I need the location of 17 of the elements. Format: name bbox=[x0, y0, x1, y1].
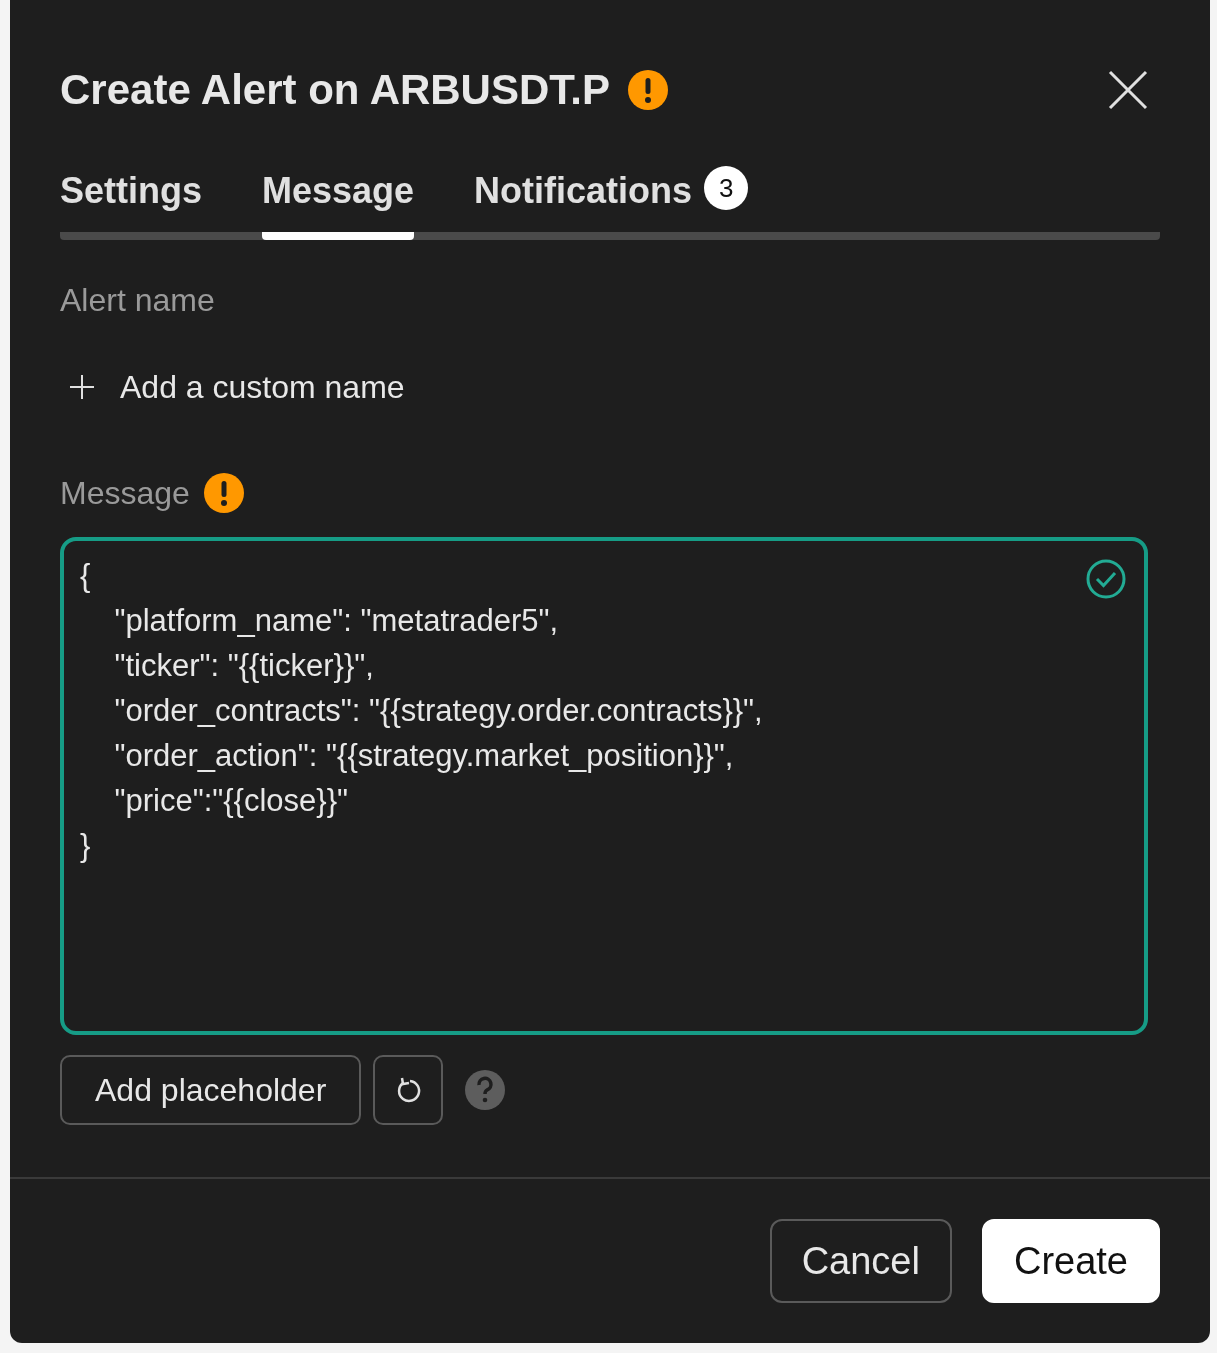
reset-button[interactable] bbox=[373, 1055, 444, 1125]
count-badge: 3 bbox=[704, 166, 749, 210]
message-field[interactable]: { "platform_name": "metatrader5", "ticker": "{{ticker}}", "order_contracts": "{{strategy.order.contracts}}", "order_action": "{{strategy.market_position}}", "price":"{{close}}" } bbox=[60, 537, 1148, 1035]
add-placeholder-button[interactable]: Add placeholder bbox=[60, 1055, 362, 1125]
tab[interactable]: Message bbox=[262, 168, 415, 240]
close-icon[interactable] bbox=[1108, 70, 1148, 110]
tab[interactable]: Settings bbox=[60, 168, 202, 240]
field-label: Message bbox=[60, 474, 190, 512]
help-icon[interactable] bbox=[465, 1070, 506, 1110]
plus-icon bbox=[70, 375, 94, 399]
add-name-button[interactable]: Add a custom name bbox=[60, 365, 1148, 409]
dialog-button[interactable]: Create bbox=[981, 1219, 1160, 1303]
dialog-title: Create Alert on ARBUSDT.P bbox=[60, 66, 610, 114]
check-icon bbox=[1086, 559, 1126, 599]
tab[interactable]: Notifications 3 bbox=[474, 168, 749, 240]
dialog-button[interactable]: Cancel bbox=[769, 1219, 952, 1303]
field-label: Alert name bbox=[60, 282, 216, 319]
